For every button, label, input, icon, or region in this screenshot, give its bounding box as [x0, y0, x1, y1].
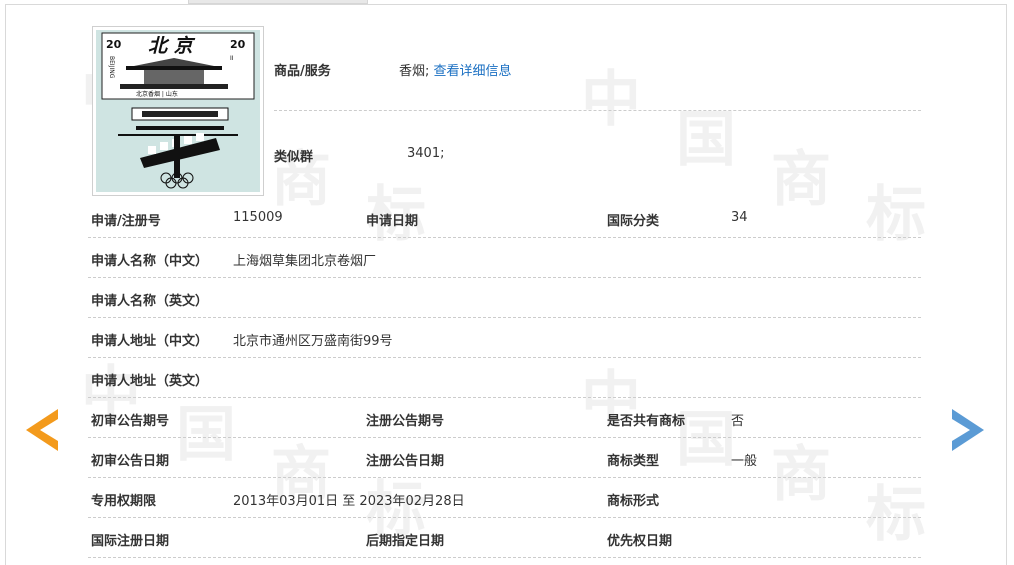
priority-date-label: 优先权日期	[607, 534, 673, 549]
applicant-en-label: 申请人名称（英文）	[91, 294, 209, 309]
divider	[274, 110, 921, 111]
applicant-cn-value: 上海烟草集团北京卷烟厂	[233, 254, 377, 269]
view-details-link[interactable]: 查看详细信息	[434, 64, 512, 79]
divider	[88, 277, 921, 278]
divider	[88, 437, 921, 438]
divider	[88, 237, 921, 238]
tm-type-value: 一般	[731, 454, 758, 469]
reg-no-value: 115009	[233, 210, 283, 225]
goods-text: 香烟;	[399, 64, 430, 79]
applicant-cn-label: 申请人名称（中文）	[91, 254, 209, 269]
goods-label: 商品/服务	[274, 64, 331, 79]
divider	[88, 357, 921, 358]
exclusive-period-value: 2013年03月01日 至 2023年02月28日	[233, 494, 465, 509]
svg-text:20: 20	[230, 38, 246, 51]
watermark-char: 商	[771, 145, 831, 215]
svg-text:北 京: 北 京	[148, 35, 196, 57]
divider	[88, 557, 921, 558]
svg-text:20: 20	[106, 38, 122, 51]
cigarette-pack-icon: 20 20 北 京 BEIJING 北京香烟 | 山东 II	[101, 32, 255, 189]
watermark-char: 商	[771, 440, 831, 510]
address-cn-label: 申请人地址（中文）	[91, 334, 209, 349]
intl-class-value: 34	[731, 210, 748, 225]
address-en-label: 申请人地址（英文）	[91, 374, 209, 389]
similar-group-value: 3401;	[407, 146, 445, 161]
watermark-char: 标	[866, 180, 926, 250]
prelim-pub-date-label: 初审公告日期	[91, 454, 170, 469]
arrow-right-icon	[952, 409, 984, 451]
prev-button[interactable]	[24, 405, 58, 455]
intl-reg-date-label: 国际注册日期	[91, 534, 170, 549]
reg-pub-no-label: 注册公告期号	[366, 414, 445, 429]
tm-form-label: 商标形式	[607, 494, 660, 509]
address-cn-value: 北京市通州区万盛南街99号	[233, 334, 393, 349]
similar-group-label: 类似群	[274, 150, 314, 165]
svg-text:BEIJING: BEIJING	[108, 56, 115, 79]
arrow-left-icon	[26, 409, 58, 451]
shared-value: 否	[731, 414, 745, 429]
goods-value: 香烟; 查看详细信息	[399, 60, 512, 79]
divider	[88, 477, 921, 478]
svg-text:II: II	[230, 55, 234, 62]
app-date-label: 申请日期	[366, 214, 419, 229]
intl-class-label: 国际分类	[607, 214, 660, 229]
prelim-pub-no-label: 初审公告期号	[91, 414, 170, 429]
divider	[88, 317, 921, 318]
svg-text:北京香烟 | 山东: 北京香烟 | 山东	[136, 90, 178, 98]
reg-pub-date-label: 注册公告日期	[366, 454, 445, 469]
later-designation-label: 后期指定日期	[366, 534, 445, 549]
shared-label: 是否共有商标	[607, 414, 686, 429]
trademark-image[interactable]: 20 20 北 京 BEIJING 北京香烟 | 山东 II	[92, 26, 264, 196]
next-button[interactable]	[952, 405, 986, 455]
watermark-char: 国	[176, 400, 236, 470]
reg-no-label: 申请/注册号	[91, 214, 161, 229]
watermark-char: 标	[866, 480, 926, 550]
divider	[88, 397, 921, 398]
trademark-image-content: 20 20 北 京 BEIJING 北京香烟 | 山东 II	[96, 30, 260, 192]
watermark-char: 中	[581, 65, 641, 135]
divider	[88, 517, 921, 518]
exclusive-period-label: 专用权期限	[91, 494, 157, 509]
watermark-char: 国	[676, 105, 736, 175]
tm-type-label: 商标类型	[607, 454, 660, 469]
